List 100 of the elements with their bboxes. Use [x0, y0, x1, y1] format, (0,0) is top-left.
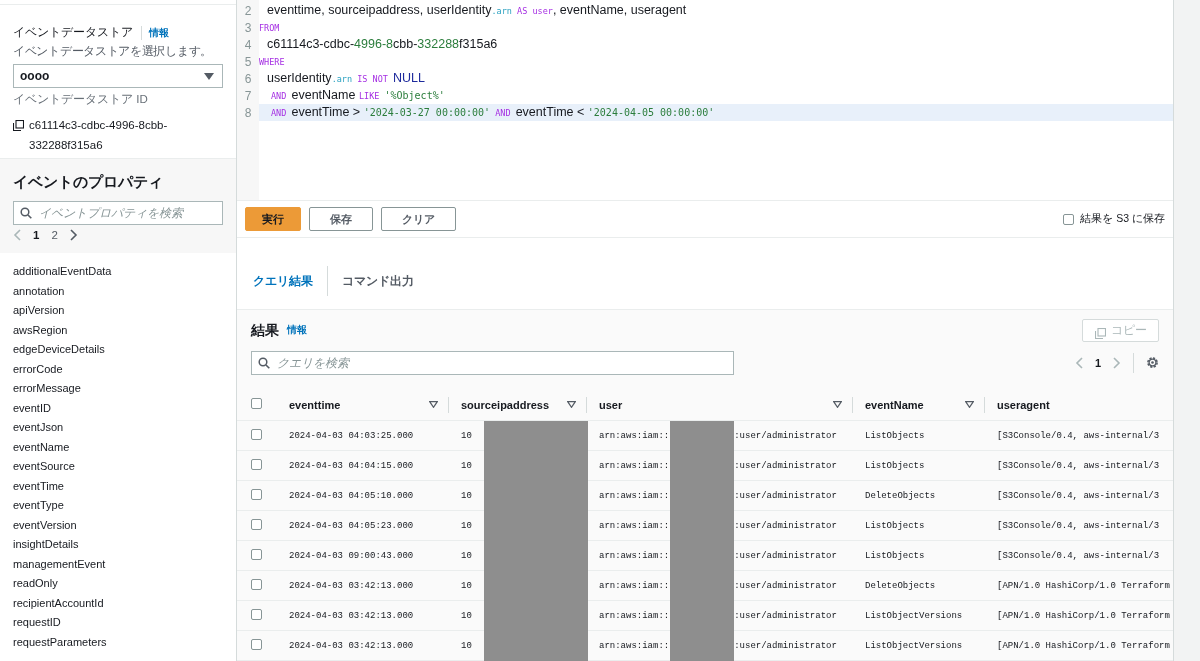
results-title: 結果	[251, 321, 279, 340]
property-item[interactable]: eventID	[13, 398, 223, 418]
checkbox[interactable]	[251, 638, 262, 650]
table-cell: 2024-04-03 09:00:43.000	[277, 540, 449, 571]
checkbox[interactable]	[251, 398, 262, 410]
property-item[interactable]: readOnly	[13, 574, 223, 594]
checkbox-label: 結果を S3 に保存	[1080, 212, 1165, 227]
property-item[interactable]: awsRegion	[13, 320, 223, 340]
table-cell: ListObjectVersions	[853, 630, 985, 661]
table-cell: 2024-04-03 03:42:13.000	[277, 600, 449, 631]
property-item[interactable]: additionalEventData	[13, 262, 223, 282]
line-number: 2	[243, 3, 253, 18]
property-item[interactable]: edgeDeviceDetails	[13, 340, 223, 360]
caret-icon	[204, 72, 214, 80]
search-icon	[20, 207, 32, 220]
property-item[interactable]: requestID	[13, 613, 223, 633]
search-field[interactable]: イベントプロパティを検索	[13, 201, 223, 226]
table-cell: arn:aws:iam::	[599, 610, 670, 621]
table-cell: :user/administrator	[734, 580, 837, 591]
checkbox[interactable]	[251, 608, 262, 620]
table-cell: arn:aws:iam::	[599, 550, 670, 561]
table-cell: arn:aws:iam::	[599, 580, 670, 591]
property-item[interactable]: annotation	[13, 281, 223, 301]
property-item[interactable]: eventSource	[13, 457, 223, 477]
page-number[interactable]: 1	[1094, 356, 1101, 369]
checkbox[interactable]	[251, 518, 262, 530]
tab[interactable]: コマンド出力	[328, 266, 428, 297]
column-header[interactable]: sourceipaddress	[461, 398, 550, 411]
sort-icon	[965, 401, 974, 409]
table-cell: arn:aws:iam::	[599, 640, 670, 651]
info-link[interactable]: 情報	[287, 324, 307, 337]
code-line: c61114c3-cdbc-4996-8cbb-332288f315a6	[266, 36, 499, 53]
checkbox[interactable]	[251, 488, 262, 500]
table-cell: 10	[461, 640, 472, 651]
property-item[interactable]: eventName	[13, 437, 223, 457]
line-number: 5	[243, 54, 253, 69]
table-cell: 10	[461, 430, 472, 441]
table-cell: ListObjects	[853, 510, 985, 541]
table-cell: [APN/1.0 HashiCorp/1.0 Terraform	[985, 630, 1173, 661]
checkbox[interactable]	[1063, 213, 1075, 225]
search-field[interactable]: クエリを検索	[251, 350, 734, 375]
sort-icon	[567, 401, 576, 409]
field-label: イベントデータストア ID	[13, 92, 149, 107]
checkbox[interactable]	[251, 548, 262, 560]
code-line: FROM	[259, 22, 281, 35]
run-button[interactable]: 実行	[245, 207, 301, 232]
sort-icon	[429, 401, 438, 409]
table-cell: [S3Console/0.4, aws-internal/3	[985, 420, 1173, 451]
line-number: 8	[243, 105, 253, 120]
table-cell: ListObjects	[853, 450, 985, 481]
property-item[interactable]: insightDetails	[13, 535, 223, 555]
store-id: c61114c3-cdbc-4996-8cbb-332288f315a6	[29, 118, 169, 153]
property-item[interactable]: eventVersion	[13, 515, 223, 535]
checkbox[interactable]	[251, 428, 262, 440]
table-cell: 2024-04-03 03:42:13.000	[277, 570, 449, 601]
tab[interactable]: クエリ結果	[239, 266, 328, 297]
column-header[interactable]: eventtime	[289, 398, 341, 411]
property-item[interactable]: eventType	[13, 496, 223, 516]
checkbox[interactable]	[251, 578, 262, 590]
column-header[interactable]: useragent	[997, 398, 1050, 411]
table-cell: :user/administrator	[734, 460, 837, 471]
chevron-left-icon	[1074, 356, 1083, 369]
table-cell: 10	[461, 580, 472, 591]
table-cell: 2024-04-03 04:03:25.000	[277, 420, 449, 451]
property-item[interactable]: eventTime	[13, 476, 223, 496]
redaction-block	[670, 420, 735, 451]
line-number: 3	[243, 20, 253, 35]
action-button[interactable]: 保存	[309, 207, 373, 232]
info-link[interactable]: 情報	[141, 25, 169, 40]
table-cell: arn:aws:iam::	[599, 460, 670, 471]
code-line: userIdentity.arn IS NOT NULL	[266, 70, 427, 87]
table-cell: 2024-04-03 03:42:13.000	[277, 630, 449, 661]
section-title: イベントのプロパティ	[13, 173, 164, 193]
column-header[interactable]: user	[599, 398, 623, 411]
action-button[interactable]: クリア	[381, 207, 456, 232]
copy-icon	[1094, 327, 1106, 339]
property-item[interactable]: eventJson	[13, 418, 223, 438]
table-cell: :user/administrator	[734, 490, 837, 501]
store-dropdown[interactable]: oooo	[13, 64, 223, 88]
settings-icon	[1146, 356, 1159, 369]
property-item[interactable]: errorCode	[13, 359, 223, 379]
table-cell: [S3Console/0.4, aws-internal/3	[985, 510, 1173, 541]
field-label: イベントデータストア	[13, 25, 133, 40]
table-cell: arn:aws:iam::	[599, 430, 670, 441]
line-number: 4	[243, 37, 253, 52]
property-item[interactable]: apiVersion	[13, 301, 223, 321]
table-cell: 2024-04-03 04:05:10.000	[277, 480, 449, 511]
column-header[interactable]: eventName	[865, 398, 924, 411]
table-cell: :user/administrator	[734, 550, 837, 561]
page-button[interactable]: 2	[51, 229, 58, 242]
page-button[interactable]: 1	[33, 229, 40, 242]
copy-icon	[13, 120, 24, 131]
table-cell: arn:aws:iam::	[599, 520, 670, 531]
property-item[interactable]: managementEvent	[13, 554, 223, 574]
table-cell: DeleteObjects	[853, 480, 985, 511]
property-item[interactable]: errorMessage	[13, 379, 223, 399]
checkbox[interactable]	[251, 458, 262, 470]
property-item[interactable]: requestParameters	[13, 632, 223, 652]
table-cell: :user/administrator	[734, 520, 837, 531]
property-item[interactable]: recipientAccountId	[13, 593, 223, 613]
